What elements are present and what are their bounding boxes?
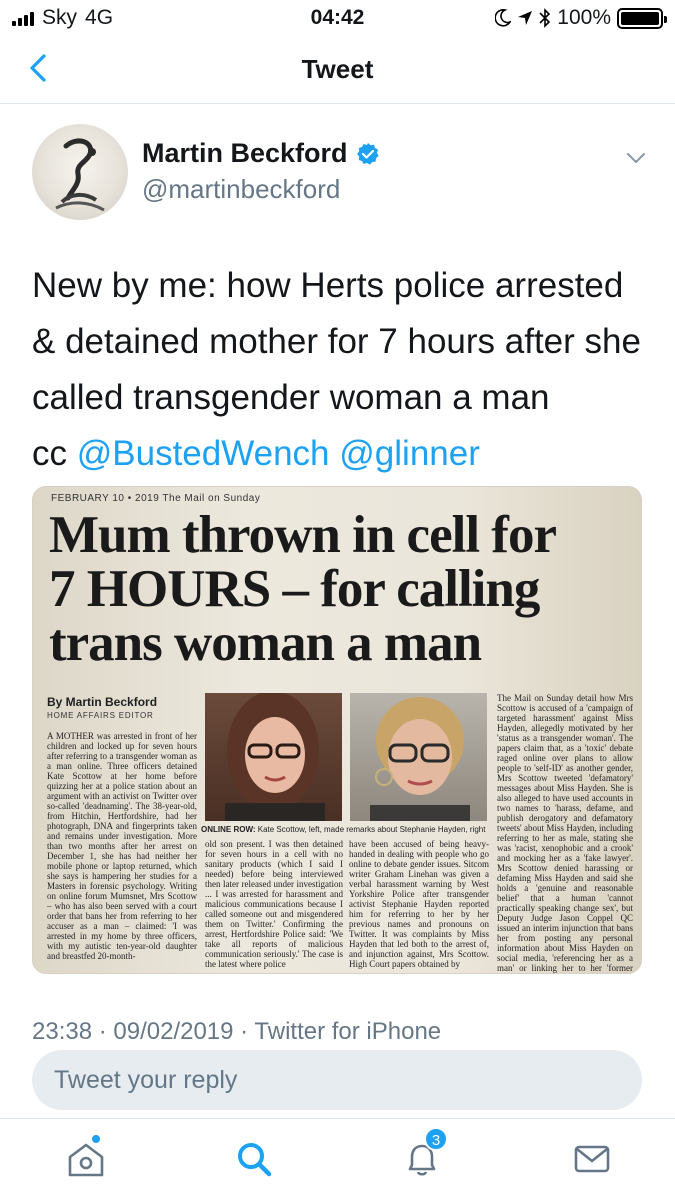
tweet-timestamp[interactable]: 23:38 · 09/02/2019 · Twitter for iPhone	[32, 1018, 441, 1046]
photo-kate-scottow	[205, 693, 342, 821]
chevron-down-icon[interactable]	[624, 146, 648, 170]
page-title: Tweet	[301, 54, 374, 84]
verified-badge-icon	[356, 142, 379, 165]
battery-percent: 100%	[557, 6, 611, 29]
caption-text: Kate Scottow, left, made remarks about S…	[257, 825, 486, 834]
reply-bar	[0, 1046, 675, 1118]
avatar[interactable]	[32, 124, 128, 220]
tab-search[interactable]	[232, 1137, 276, 1181]
photo-stephanie-hayden	[350, 693, 487, 821]
tab-messages[interactable]	[570, 1137, 614, 1181]
article-column-3: have been accused of being heavy-handed …	[349, 839, 489, 969]
article-column-1: A MOTHER was arrested in front of her ch…	[47, 731, 197, 961]
reply-input[interactable]	[32, 1050, 642, 1110]
notifications-badge: 3	[424, 1127, 448, 1151]
photo-caption: ONLINE ROW: Kate Scottow, left, made rem…	[201, 825, 493, 834]
tweet-cc: cc	[32, 434, 67, 473]
home-new-dot	[92, 1135, 100, 1143]
battery-icon	[617, 7, 667, 29]
author-name-row[interactable]: Martin Beckford	[142, 138, 380, 169]
author-name[interactable]: Martin Beckford	[142, 138, 348, 169]
newspaper-byline: By Martin Beckford HOME AFFAIRS EDITOR	[47, 695, 157, 720]
headline-line: 7 HOURS – for calling	[49, 560, 540, 618]
search-icon	[238, 1143, 272, 1177]
byline-name: By Martin Beckford	[47, 695, 158, 709]
status-right: 100%	[495, 6, 667, 30]
tweet-text: New by me: how Herts police arrested & d…	[32, 258, 647, 482]
bluetooth-icon	[539, 8, 551, 28]
home-icon	[68, 1143, 104, 1177]
tweet-body: New by me: how Herts police arrested & d…	[32, 266, 641, 417]
byline-role: HOME AFFAIRS EDITOR	[47, 711, 154, 720]
newspaper-date-line: FEBRUARY 10 • 2019 The Mail on Sunday	[51, 493, 261, 504]
tab-home[interactable]	[64, 1135, 108, 1181]
caption-label: ONLINE ROW:	[201, 825, 256, 834]
mention-glinner[interactable]: @glinner	[339, 434, 480, 473]
article-photos	[205, 693, 487, 821]
location-arrow-icon	[518, 11, 533, 25]
tab-bar: 3	[0, 1118, 675, 1200]
article-column-4: The Mail on Sunday detail how Mrs Scotto…	[497, 693, 633, 973]
status-bar: Sky 4G 04:42 100%	[0, 0, 675, 36]
mail-icon	[574, 1145, 610, 1173]
avatar-image	[55, 138, 105, 212]
article-column-2: old son present. I was then detained for…	[205, 839, 343, 969]
tweet-author: Martin Beckford @martinbeckford	[32, 124, 652, 224]
author-handle[interactable]: @martinbeckford	[142, 174, 340, 205]
newspaper-headline: Mum thrown in cell for 7 HOURS – for cal…	[49, 508, 631, 670]
headline-line: Mum thrown in cell for	[49, 506, 557, 564]
headline-line: trans woman a man	[49, 614, 482, 672]
moon-icon	[495, 9, 512, 27]
tweet-media-image[interactable]: FEBRUARY 10 • 2019 The Mail on Sunday Mu…	[32, 486, 642, 974]
mention-busted-wench[interactable]: @BustedWench	[77, 434, 330, 473]
tab-notifications[interactable]: 3	[400, 1127, 448, 1181]
newspaper-clipping: FEBRUARY 10 • 2019 The Mail on Sunday Mu…	[33, 487, 641, 973]
nav-bar: Tweet	[0, 36, 675, 104]
battery-fill	[621, 11, 659, 25]
